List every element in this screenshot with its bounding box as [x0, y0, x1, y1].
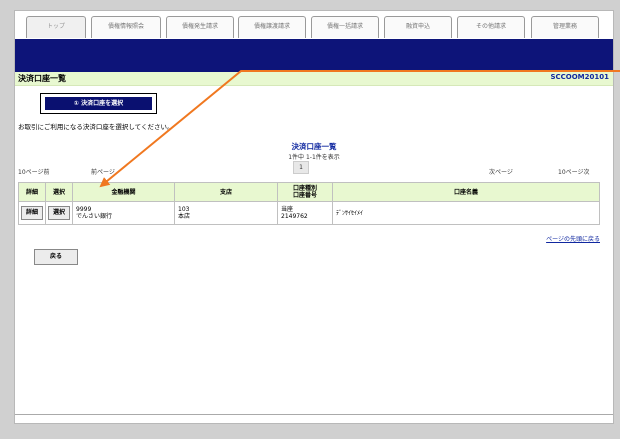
callout-arrow-icon [99, 70, 620, 188]
